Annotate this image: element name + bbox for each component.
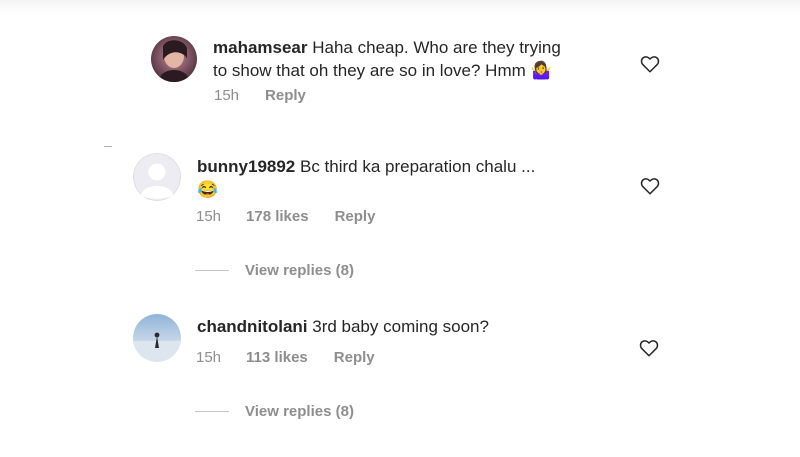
username[interactable]: mahamsear xyxy=(213,38,308,57)
comment-body-line1: Bc third ka preparation chalu ... xyxy=(300,157,536,176)
view-replies-button[interactable]: View replies (8) xyxy=(195,262,354,279)
view-replies-label[interactable]: View replies (8) xyxy=(245,403,354,420)
profile-photo-icon xyxy=(151,36,197,82)
shrug-emoji-icon: 🤷‍♀️ xyxy=(530,61,552,80)
username[interactable]: chandnitolani xyxy=(197,317,308,336)
reply-button[interactable]: Reply xyxy=(335,208,376,225)
like-heart-icon[interactable] xyxy=(640,55,660,73)
avatar[interactable] xyxy=(151,36,197,82)
comment-meta: 15h 178 likes Reply xyxy=(196,208,375,225)
avatar[interactable] xyxy=(133,153,181,201)
like-heart-icon[interactable] xyxy=(640,177,660,195)
profile-photo-icon xyxy=(133,314,181,362)
timestamp: 15h xyxy=(214,87,240,104)
timestamp: 15h xyxy=(196,349,222,366)
comment-text: chandnitolani 3rd baby coming soon? xyxy=(197,315,617,338)
comment-body-line1: 3rd baby coming soon? xyxy=(312,317,489,336)
likes-count[interactable]: 178 likes xyxy=(246,208,309,225)
comment-text: mahamsear Haha cheap. Who are they tryin… xyxy=(213,36,633,82)
username[interactable]: bunny19892 xyxy=(197,157,295,176)
default-avatar-icon xyxy=(133,153,181,201)
laughing-tears-emoji-icon: 😂 xyxy=(197,180,219,199)
view-replies-label[interactable]: View replies (8) xyxy=(245,262,354,279)
comment-body-line2: to show that oh they are so in love? Hmm xyxy=(213,61,526,80)
comment-meta: 15h Reply xyxy=(214,87,306,104)
timestamp: 15h xyxy=(196,208,222,225)
view-replies-button[interactable]: View replies (8) xyxy=(195,403,354,420)
reply-button[interactable]: Reply xyxy=(265,87,306,104)
replies-divider xyxy=(195,411,229,412)
replies-divider xyxy=(195,270,229,271)
comment-text: bunny19892 Bc third ka preparation chalu… xyxy=(197,155,617,201)
comment-meta: 15h 113 likes Reply xyxy=(196,349,375,366)
like-heart-icon[interactable] xyxy=(639,339,659,357)
avatar[interactable] xyxy=(133,314,181,362)
reply-button[interactable]: Reply xyxy=(334,349,375,366)
comment-body-line1: Haha cheap. Who are they trying xyxy=(312,38,561,57)
divider-tick xyxy=(104,146,112,147)
likes-count[interactable]: 113 likes xyxy=(246,349,308,366)
top-fade xyxy=(0,0,800,14)
